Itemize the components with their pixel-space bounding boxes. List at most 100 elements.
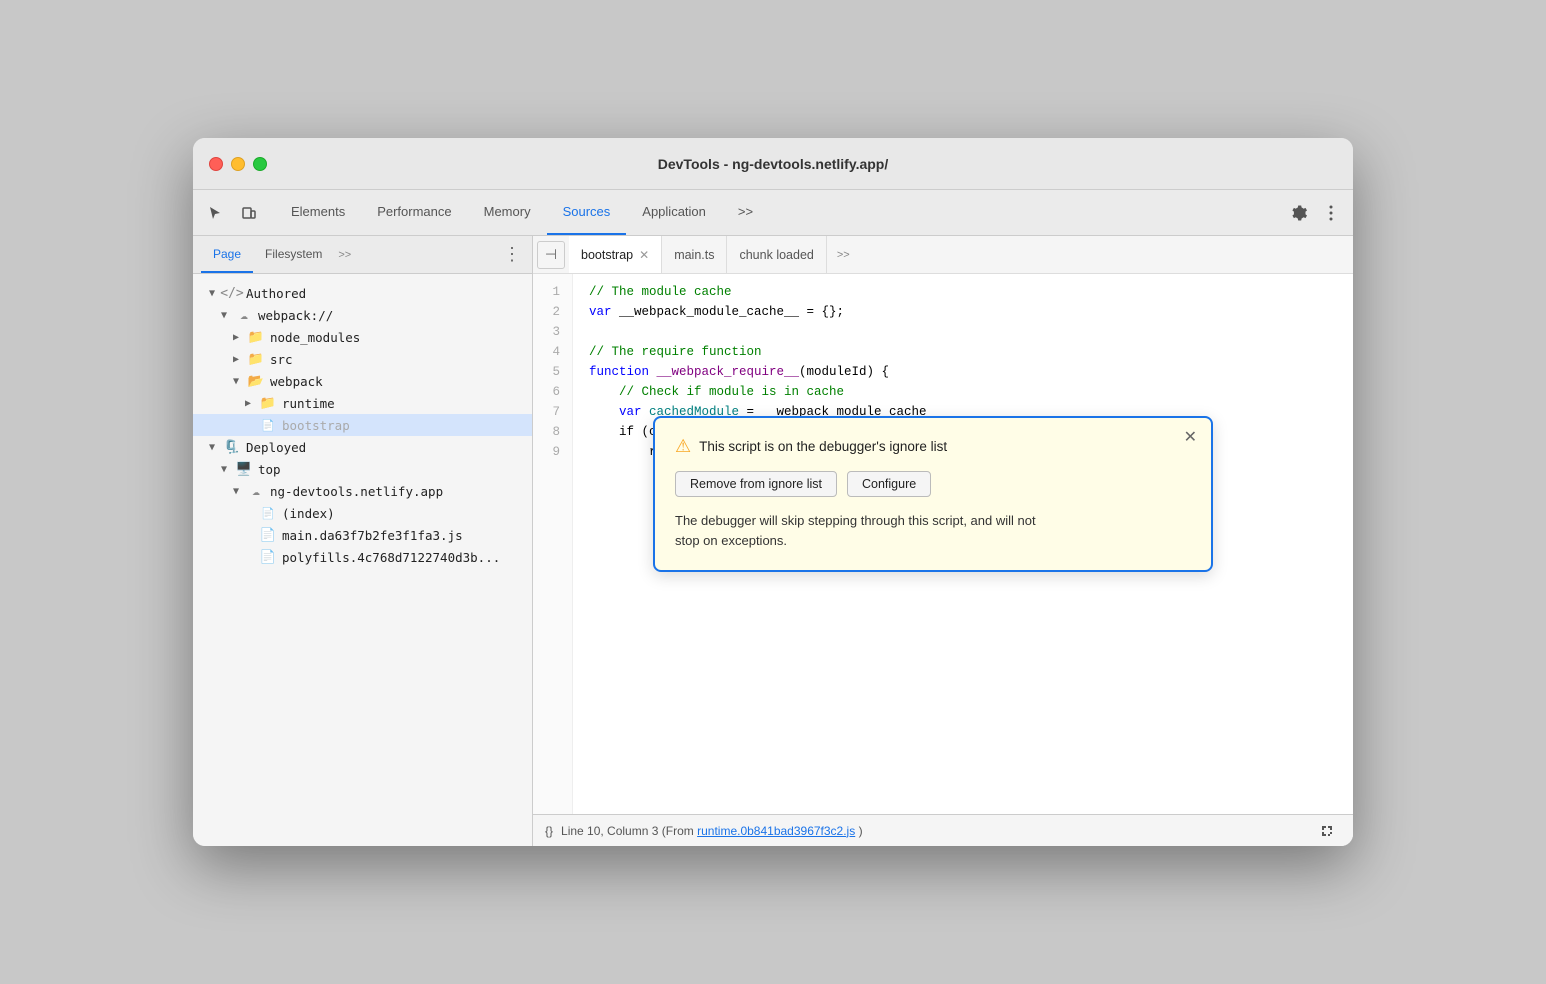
cloud-icon-ng: ☁ bbox=[247, 483, 265, 499]
title-bar: DevTools - ng-devtools.netlify.app/ bbox=[193, 138, 1353, 190]
code-line-2: var __webpack_module_cache__ = {}; bbox=[589, 302, 1337, 322]
main-tab-list: Elements Performance Memory Sources Appl… bbox=[275, 190, 1277, 235]
folder-icon-src: 📁 bbox=[247, 351, 265, 367]
editor-tab-bootstrap[interactable]: bootstrap ✕ bbox=[569, 236, 662, 273]
file-icon-bootstrap: 📄 bbox=[259, 417, 277, 433]
sidebar-tab-filesystem[interactable]: Filesystem bbox=[253, 236, 334, 273]
sidebar: Page Filesystem >> ⋮ </> Authored ☁ webp… bbox=[193, 236, 533, 846]
status-position: Line 10, Column 3 (From runtime.0b841bad… bbox=[561, 824, 863, 838]
tree-label-webpack-folder: webpack bbox=[270, 374, 323, 389]
tab-application[interactable]: Application bbox=[626, 190, 722, 235]
tree-deployed[interactable]: 🗜️ Deployed bbox=[193, 436, 532, 458]
tree-authored[interactable]: </> Authored bbox=[193, 282, 532, 304]
tree-label-webpack: webpack:// bbox=[258, 308, 333, 323]
folder-icon-runtime: 📁 bbox=[259, 395, 277, 411]
line-num-6: 6 bbox=[545, 382, 560, 402]
file-tree: </> Authored ☁ webpack:// 📁 node_modules bbox=[193, 274, 532, 846]
tab-sources[interactable]: Sources bbox=[547, 190, 627, 235]
remove-from-ignore-list-button[interactable]: Remove from ignore list bbox=[675, 471, 837, 497]
file-icon-index: 📄 bbox=[259, 505, 277, 521]
tree-label-runtime: runtime bbox=[282, 396, 335, 411]
tree-bootstrap[interactable]: 📄 bootstrap bbox=[193, 414, 532, 436]
line-num-9: 9 bbox=[545, 442, 560, 462]
code-line-4: // The require function bbox=[589, 342, 1337, 362]
tree-label-main-js: main.da63f7b2fe3f1fa3.js bbox=[282, 528, 463, 543]
tree-src[interactable]: 📁 src bbox=[193, 348, 532, 370]
line-num-8: 8 bbox=[545, 422, 560, 442]
main-area: Page Filesystem >> ⋮ </> Authored ☁ webp… bbox=[193, 236, 1353, 846]
editor-collapse-btn[interactable]: ⊣ bbox=[537, 241, 565, 269]
file-icon-main-js: 📄 bbox=[259, 527, 277, 543]
minimize-button[interactable] bbox=[231, 157, 245, 171]
tree-arrow-top bbox=[221, 464, 235, 475]
tree-arrow-webpack bbox=[221, 310, 235, 321]
tree-webpack-cloud[interactable]: ☁ webpack:// bbox=[193, 304, 532, 326]
status-expand-icon[interactable] bbox=[1313, 817, 1341, 845]
container-icon: 🖥️ bbox=[235, 461, 253, 477]
cloud-icon: ☁ bbox=[235, 307, 253, 323]
tree-webpack-folder[interactable]: 📂 webpack bbox=[193, 370, 532, 392]
tree-arrow-runtime bbox=[245, 398, 259, 409]
sidebar-tab-more[interactable]: >> bbox=[338, 249, 351, 261]
tab-more[interactable]: >> bbox=[722, 190, 769, 235]
status-link-end: ) bbox=[859, 824, 863, 838]
popup-title: This script is on the debugger's ignore … bbox=[699, 439, 947, 454]
tree-top[interactable]: 🖥️ top bbox=[193, 458, 532, 480]
main-tabs-bar: Elements Performance Memory Sources Appl… bbox=[193, 190, 1353, 236]
ignore-list-popup: ✕ ⚠ This script is on the debugger's ign… bbox=[653, 416, 1213, 572]
tree-polyfills[interactable]: 📄 polyfills.4c768d7122740d3b... bbox=[193, 546, 532, 568]
status-from-text: (From bbox=[662, 824, 694, 838]
tree-index[interactable]: 📄 (index) bbox=[193, 502, 532, 524]
tree-label-bootstrap: bootstrap bbox=[282, 418, 350, 433]
sidebar-tab-page[interactable]: Page bbox=[201, 236, 253, 273]
tree-label-authored: Authored bbox=[246, 286, 306, 301]
tree-main-js[interactable]: 📄 main.da63f7b2fe3f1fa3.js bbox=[193, 524, 532, 546]
code-line-1: // The module cache bbox=[589, 282, 1337, 302]
tree-label-polyfills: polyfills.4c768d7122740d3b... bbox=[282, 550, 500, 565]
line-num-5: 5 bbox=[545, 362, 560, 382]
device-icon[interactable] bbox=[235, 199, 263, 227]
line-numbers: 1 2 3 4 5 6 7 8 9 bbox=[533, 274, 573, 814]
folder-icon-node-modules: 📁 bbox=[247, 329, 265, 345]
tree-label-src: src bbox=[270, 352, 293, 367]
tree-arrow-ng-devtools bbox=[233, 486, 247, 497]
toolbar-right bbox=[1285, 199, 1345, 227]
tree-ng-devtools[interactable]: ☁ ng-devtools.netlify.app bbox=[193, 480, 532, 502]
close-button[interactable] bbox=[209, 157, 223, 171]
more-menu-icon[interactable] bbox=[1317, 199, 1345, 227]
popup-buttons: Remove from ignore list Configure bbox=[675, 471, 1191, 497]
editor-tab-more[interactable]: >> bbox=[831, 249, 856, 261]
editor-tab-bootstrap-close[interactable]: ✕ bbox=[639, 248, 649, 262]
status-position-text: Line 10, Column 3 bbox=[561, 824, 658, 838]
tree-label-top: top bbox=[258, 462, 281, 477]
window-title: DevTools - ng-devtools.netlify.app/ bbox=[658, 156, 889, 172]
tree-node-modules[interactable]: 📁 node_modules bbox=[193, 326, 532, 348]
traffic-lights bbox=[209, 157, 267, 171]
tree-runtime[interactable]: 📁 runtime bbox=[193, 392, 532, 414]
settings-icon[interactable] bbox=[1285, 199, 1313, 227]
tab-performance[interactable]: Performance bbox=[361, 190, 467, 235]
tree-arrow-node-modules bbox=[233, 332, 247, 343]
tab-memory[interactable]: Memory bbox=[468, 190, 547, 235]
popup-close-button[interactable]: ✕ bbox=[1184, 430, 1197, 446]
status-braces-icon[interactable]: {} bbox=[545, 824, 553, 838]
tab-elements[interactable]: Elements bbox=[275, 190, 361, 235]
tree-label-ng-devtools: ng-devtools.netlify.app bbox=[270, 484, 443, 499]
line-num-1: 1 bbox=[545, 282, 560, 302]
configure-button[interactable]: Configure bbox=[847, 471, 931, 497]
line-num-2: 2 bbox=[545, 302, 560, 322]
sidebar-menu-button[interactable]: ⋮ bbox=[500, 243, 524, 267]
editor-tab-main-ts-label: main.ts bbox=[674, 248, 714, 262]
editor-area: ⊣ bootstrap ✕ main.ts chunk loaded >> 1 … bbox=[533, 236, 1353, 846]
toolbar-icons bbox=[201, 199, 263, 227]
tree-arrow-deployed bbox=[209, 442, 223, 453]
devtools-window: DevTools - ng-devtools.netlify.app/ Elem… bbox=[193, 138, 1353, 846]
code-brackets-icon: </> bbox=[223, 285, 241, 301]
editor-tab-main-ts[interactable]: main.ts bbox=[662, 236, 727, 273]
maximize-button[interactable] bbox=[253, 157, 267, 171]
editor-tab-chunk[interactable]: chunk loaded bbox=[727, 236, 826, 273]
status-source-link[interactable]: runtime.0b841bad3967f3c2.js bbox=[697, 824, 855, 838]
cursor-icon[interactable] bbox=[201, 199, 229, 227]
sidebar-tabs: Page Filesystem >> ⋮ bbox=[193, 236, 532, 274]
status-bar-right bbox=[1313, 817, 1341, 845]
